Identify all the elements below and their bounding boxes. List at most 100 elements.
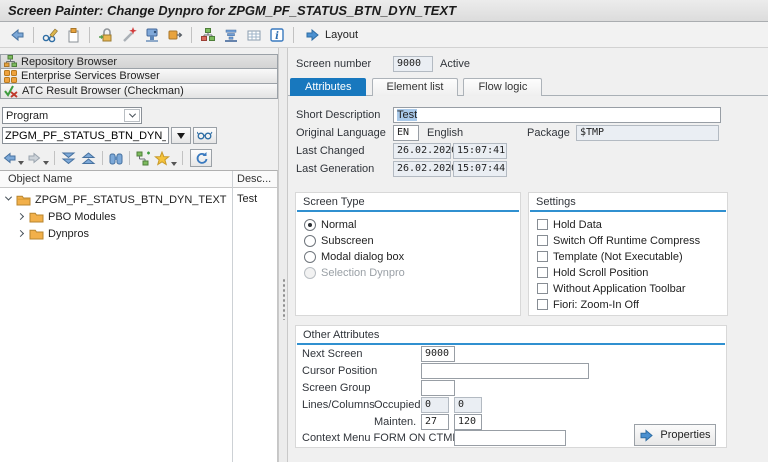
checkbox-without-application-toolbar[interactable]: Without Application Toolbar xyxy=(537,282,727,295)
hierarchy-plus-icon xyxy=(135,151,151,166)
expand-collapse-icon[interactable] xyxy=(17,213,24,220)
package-field[interactable]: $TMP xyxy=(576,125,719,141)
generate-button[interactable] xyxy=(143,26,161,44)
checkbox-label: Hold Scroll Position xyxy=(553,267,648,279)
last-generation-label: Last Generation xyxy=(296,162,374,177)
tree-item-root[interactable]: ZPGM_PF_STATUS_BTN_DYN_TEXT xyxy=(4,191,227,208)
mainten-columns-field[interactable]: 120 xyxy=(454,414,482,430)
dropdown-triangle-icon xyxy=(177,133,185,139)
repository-browser-button[interactable]: Repository Browser xyxy=(0,54,278,69)
back-button[interactable] xyxy=(8,26,26,44)
page-title: Screen Painter: Change Dynpro for ZPGM_P… xyxy=(8,3,456,18)
activate-button[interactable] xyxy=(97,26,115,44)
pane-splitter[interactable] xyxy=(278,48,288,462)
short-description-field[interactable]: Test xyxy=(393,107,721,123)
checkbox-icon[interactable] xyxy=(537,219,548,230)
toolbar-separator xyxy=(182,151,183,165)
radio-icon[interactable] xyxy=(304,219,316,231)
mainten-lines-field[interactable]: 27 xyxy=(421,414,449,430)
context-menu-field[interactable] xyxy=(454,430,566,446)
checkbox-icon[interactable] xyxy=(537,251,548,262)
screen-group-field[interactable] xyxy=(421,380,455,396)
radio-normal[interactable]: Normal xyxy=(304,218,520,231)
group-rule xyxy=(297,210,519,212)
sort-button[interactable] xyxy=(222,26,240,44)
expand-collapse-icon[interactable] xyxy=(5,194,12,201)
enterprise-services-browser-button[interactable]: Enterprise Services Browser xyxy=(0,69,278,84)
copy-button[interactable] xyxy=(64,26,82,44)
tree-item-description: Test xyxy=(237,193,257,205)
checkbox-template-not-executable[interactable]: Template (Not Executable) xyxy=(537,250,727,263)
display-change-button[interactable] xyxy=(41,26,59,44)
select-arrow[interactable] xyxy=(124,109,140,122)
nav-back-button[interactable] xyxy=(2,151,24,165)
checkbox-icon[interactable] xyxy=(537,267,548,278)
original-language-field[interactable]: EN xyxy=(393,125,419,141)
checkbox-icon[interactable] xyxy=(537,283,548,294)
nav-forward-icon xyxy=(27,151,42,165)
display-object-button[interactable] xyxy=(193,127,217,144)
glasses-icon xyxy=(197,130,213,141)
hierarchy-button[interactable] xyxy=(199,26,217,44)
object-tree-panel: Object Name Desc... ZPGM_PF_STATUS_BTN_D… xyxy=(0,170,278,462)
properties-button[interactable]: Properties xyxy=(634,424,716,446)
tree-header: Object Name Desc... xyxy=(0,171,277,188)
layout-button[interactable]: Layout xyxy=(301,27,362,43)
object-name-dropdown-button[interactable] xyxy=(171,127,191,144)
checkbox-switch-off-runtime-compress[interactable]: Switch Off Runtime Compress xyxy=(537,234,727,247)
short-description-label: Short Description xyxy=(296,108,380,123)
cursor-position-field[interactable] xyxy=(421,363,589,379)
next-screen-field[interactable]: 9000 xyxy=(421,346,455,362)
radio-icon[interactable] xyxy=(304,235,316,247)
checkbox-hold-data[interactable]: Hold Data xyxy=(537,218,727,231)
tree-column-divider[interactable] xyxy=(232,171,233,462)
tab-flow-logic[interactable]: Flow logic xyxy=(463,78,542,96)
expand-all-button[interactable] xyxy=(80,151,97,166)
copy-icon xyxy=(65,27,81,43)
screen-number-field[interactable]: 9000 xyxy=(393,56,433,72)
test-button[interactable] xyxy=(120,26,138,44)
radio-label: Subscreen xyxy=(321,235,374,247)
find-button[interactable] xyxy=(108,151,124,166)
tree-item-label: Dynpros xyxy=(48,228,89,240)
checkbox-fiori-zoom-in-off[interactable]: Fiori: Zoom-In Off xyxy=(537,298,727,311)
refresh-button[interactable] xyxy=(190,149,212,167)
toolbar-separator xyxy=(89,27,90,43)
radio-subscreen[interactable]: Subscreen xyxy=(304,234,520,247)
tree-item-dynpros[interactable]: Dynpros xyxy=(16,225,89,242)
checkbox-hold-scroll-position[interactable]: Hold Scroll Position xyxy=(537,266,727,279)
favorites-button[interactable] xyxy=(154,151,177,166)
tree-item-label: PBO Modules xyxy=(48,211,116,223)
tree-item-pbo-modules[interactable]: PBO Modules xyxy=(16,208,116,225)
info-button[interactable]: i xyxy=(268,26,286,44)
sidebar: Repository Browser Enterprise Services B… xyxy=(0,48,278,462)
object-name-input[interactable] xyxy=(2,127,169,144)
info-icon: i xyxy=(269,27,285,43)
object-type-select[interactable]: Program xyxy=(2,107,142,124)
checkbox-label: Switch Off Runtime Compress xyxy=(553,235,700,247)
hierarchy-insert-button[interactable] xyxy=(135,151,151,166)
occupied-label: Occupied xyxy=(374,398,420,413)
radio-icon[interactable] xyxy=(304,251,316,263)
checkman-icon xyxy=(4,85,18,98)
direct-processing-button[interactable] xyxy=(166,26,184,44)
tab-element-list[interactable]: Element list xyxy=(372,78,459,96)
tree-col-description: Desc... xyxy=(237,173,271,185)
tab-attributes[interactable]: Attributes xyxy=(290,78,366,96)
nav-forward-button[interactable] xyxy=(27,151,49,165)
favorites-icon xyxy=(154,151,170,166)
checkbox-icon[interactable] xyxy=(537,235,548,246)
enterprise-services-browser-label: Enterprise Services Browser xyxy=(21,70,160,82)
radio-label: Modal dialog box xyxy=(321,251,404,263)
title-bar: Screen Painter: Change Dynpro for ZPGM_P… xyxy=(0,0,768,22)
expand-collapse-icon[interactable] xyxy=(17,230,24,237)
checkbox-icon[interactable] xyxy=(537,299,548,310)
application-toolbar: i Layout xyxy=(0,22,768,48)
radio-modal-dialog-box[interactable]: Modal dialog box xyxy=(304,250,520,263)
radio-selection-dynpro: Selection Dynpro xyxy=(304,266,520,279)
last-generation-time-field: 15:07:44 xyxy=(453,161,507,177)
collapse-all-button[interactable] xyxy=(60,151,77,166)
table-view-button[interactable] xyxy=(245,26,263,44)
toolbar-separator xyxy=(191,27,192,43)
atc-result-browser-button[interactable]: ATC Result Browser (Checkman) xyxy=(0,84,278,99)
